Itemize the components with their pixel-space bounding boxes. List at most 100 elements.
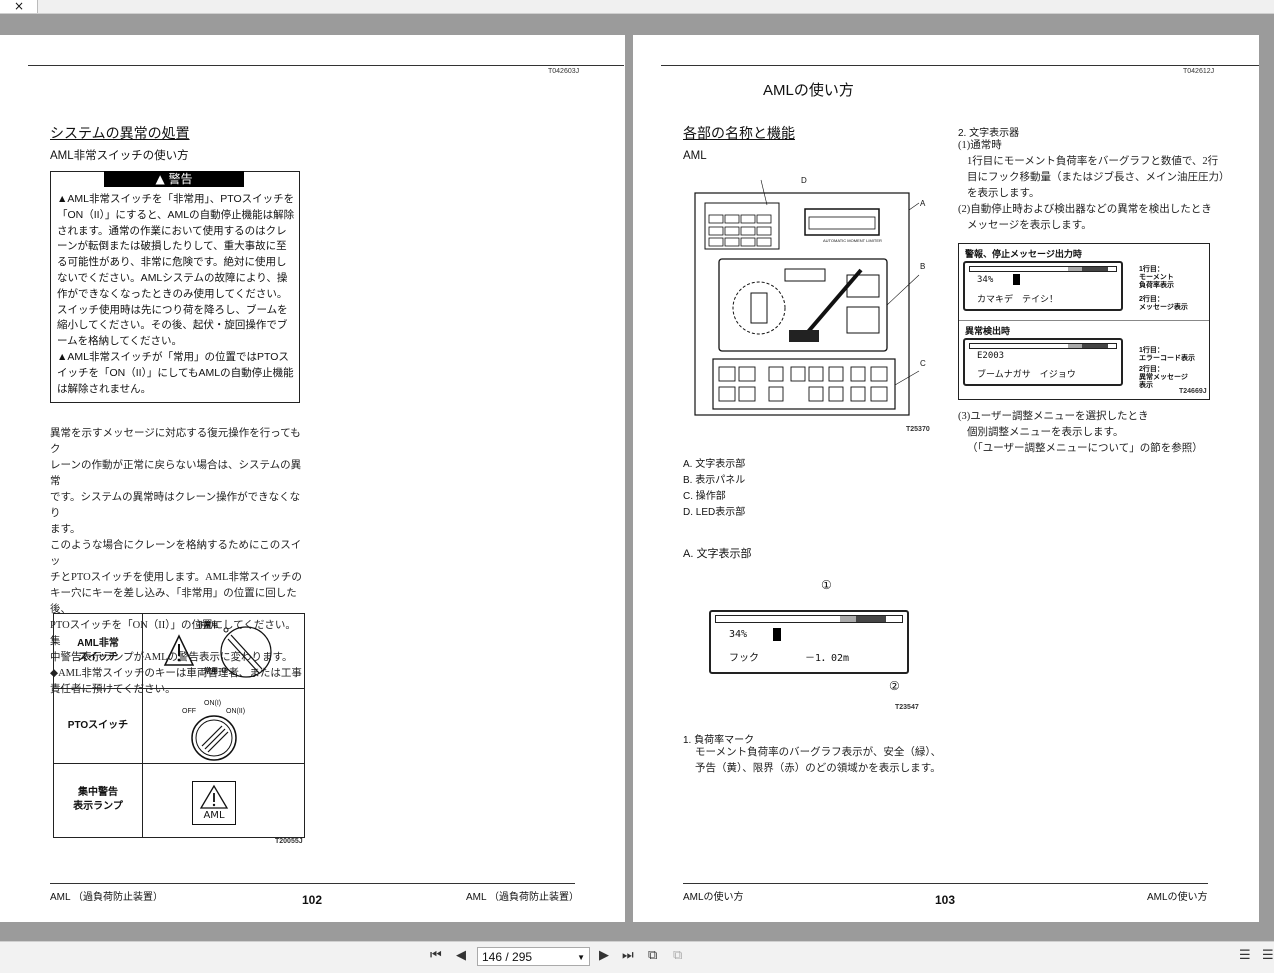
aml-switch-label: AML非常 スイッチ [54, 614, 143, 688]
aml-lamp-text: AML [203, 810, 225, 821]
body-line: 1行目にモーメント負荷率をバーグラフと数値で、2行 [967, 156, 1219, 167]
right-page: T042612J AMLの使い方 各部の名称と機能 AML D A B C AU… [633, 35, 1259, 922]
lcd-display: E2003 ブームナガサ イジョウ [963, 338, 1123, 386]
item2-title: 2. 文字表示器 [958, 128, 1020, 139]
header-rule [28, 65, 624, 66]
warning-paragraph-2: AML非常スイッチが「常用」の位置ではPTOスイッチを「ON（II）」にしてもA… [57, 350, 294, 395]
section-title: 各部の名称と機能 [683, 125, 795, 141]
body-line: (3)ユーザー調整メニューを選択したとき [958, 411, 1149, 422]
first-page-icon[interactable]: ⏮ [430, 948, 442, 963]
switch-table: AML非常 スイッチ 非常用 常用 PTOスイッチ OFF ON(I) ON(I… [53, 613, 305, 838]
load-bargraph [969, 266, 1117, 272]
aml-panel-diagram [694, 179, 920, 416]
footer-left: AML （過負荷防止装置） [50, 892, 163, 903]
box1-note2: 2行目： メッセージ表示 [1139, 296, 1188, 311]
body-line: ます。 [50, 524, 81, 535]
pto-on1-label: ON(I) [204, 700, 222, 707]
warning-header: ▲ 警告 [104, 171, 244, 187]
box2-note1: 1行目： エラーコード表示 [1139, 347, 1195, 362]
list-item: C. 操作部 [683, 491, 726, 502]
two-page-view-icon[interactable]: ⧉ [648, 948, 657, 963]
warning-lamp-label: 集中警告 表示ランプ [54, 763, 143, 837]
divider [959, 320, 1209, 321]
footer-right: AMLの使い方 [1147, 892, 1208, 903]
callout-2: ② [889, 679, 900, 693]
page-number-input[interactable]: 146 / 295 ▼ [477, 947, 590, 966]
close-icon[interactable]: × [0, 0, 38, 13]
footer-rule [683, 883, 1208, 884]
lcd-line2-left: フック [729, 653, 759, 664]
pto-off-label: OFF [182, 708, 196, 715]
body-line: （「ユーザー調整メニューについて」の節を参照） [967, 443, 1203, 454]
body-line: モーメント負荷率のバーグラフ表示が、安全（緑）、 [695, 747, 942, 758]
body-line: 予告（黄）、限界（赤）のどの領域かを表示します。 [695, 763, 941, 774]
page-number: 102 [302, 893, 323, 907]
body-line: 異常を示すメッセージに対応する復元操作を行ってもク [50, 428, 301, 455]
warning-triangle-icon: ▲ [57, 193, 68, 205]
box1-title: 警報、停止メッセージ出力時 [965, 250, 1082, 260]
table-row: 集中警告 表示ランプ AML [54, 763, 304, 837]
lcd-cursor [1013, 274, 1020, 285]
list-icon[interactable]: ☰ [1262, 948, 1274, 963]
item2-text: (1)通常時 1行目にモーメント負荷率をバーグラフと数値で、2行 目にフック移動… [958, 138, 1248, 234]
section-title: システムの異常の処置 [50, 125, 190, 141]
panel-label-a: A [920, 199, 926, 208]
warning-box: ▲ 警告 ▲AML非常スイッチを「非常用」、PTOスイッチを「ON（II）」にす… [50, 171, 300, 403]
item1-text: モーメント負荷率のバーグラフ表示が、安全（緑）、 予告（黄）、限界（赤）のどの領… [695, 745, 941, 777]
callout-1: ① [821, 578, 832, 592]
normal-label: 常用 [204, 668, 218, 675]
page-number: 103 [935, 893, 956, 907]
section-subtitle: AML非常スイッチの使い方 [50, 150, 189, 162]
left-page: T042603J システムの異常の処置 AML非常スイッチの使い方 ▲ 警告 ▲… [0, 35, 625, 922]
lcd-display: 34% フック －1．02m [709, 610, 909, 674]
doc-code: T042612J [1183, 68, 1215, 75]
figure-code: T23547 [895, 704, 919, 711]
table-row: PTOスイッチ OFF ON(I) ON(II) [54, 688, 304, 764]
warning-triangle-icon: ▲ [57, 350, 68, 363]
warning-text: ▲AML非常スイッチを「非常用」、PTOスイッチを「ON（II）」にすると、AM… [57, 192, 295, 397]
figure-code: T24669J [1179, 388, 1207, 395]
panel-label-d: D [801, 176, 807, 185]
page-header: AMLの使い方 [763, 82, 854, 99]
body-line: 個別調整メニューを表示します。 [967, 427, 1124, 438]
single-page-view-icon[interactable]: ⧉ [673, 948, 682, 963]
section-subtitle: AML [683, 150, 707, 162]
box2-note2: 2行目： 異常メッセージ 表示 [1139, 366, 1188, 389]
footer-right: AML （過負荷防止装置） [466, 892, 579, 903]
table-row: AML非常 スイッチ 非常用 常用 [54, 614, 304, 689]
dropdown-icon[interactable]: ▼ [577, 948, 585, 967]
body-line: レーンの作動が正常に戻らない場合は、システムの異常 [50, 460, 302, 487]
pto-switch-label: PTOスイッチ [54, 688, 143, 763]
next-page-icon[interactable]: ▶ [599, 948, 609, 963]
viewer-topbar: × [0, 0, 1274, 14]
lcd-line1: E2003 [977, 351, 1005, 361]
body-line: メッセージを表示します。 [967, 220, 1092, 231]
lcd-line2-right: －1．02m [805, 653, 850, 664]
lcd-line1: 34% [729, 629, 748, 640]
aml-lamp-icon: AML [192, 781, 236, 825]
box2-title: 異常検出時 [965, 327, 1011, 337]
body-line: 目にフック移動量（またはジブ長さ、メイン油圧圧力） [967, 172, 1230, 183]
body-line: を表示します。 [967, 188, 1040, 199]
message-examples-box: 警報、停止メッセージ出力時 34% カマキデ テイシ！ 1行目： モーメント 負… [958, 243, 1210, 400]
body-line: です。システムの異常時はクレーン操作ができなくなり [50, 492, 301, 519]
body-line: (1)通常時 [958, 140, 1002, 151]
thumbnail-icon[interactable]: ☰ [1239, 948, 1251, 963]
prev-page-icon[interactable]: ◀ [456, 948, 466, 963]
list-item: B. 表示パネル [683, 475, 746, 486]
figure-code: T25370 [906, 426, 930, 433]
body-line: チとPTOスイッチを使用します。AML非常スイッチの [50, 572, 302, 583]
lcd-line2: ブームナガサ イジョウ [977, 370, 1076, 380]
lcd-display: 34% カマキデ テイシ！ [963, 261, 1123, 311]
box1-note1: 1行目： モーメント 負荷率表示 [1139, 266, 1174, 289]
panel-label-b: B [920, 262, 926, 271]
header-rule [661, 65, 1259, 66]
page-number-value: 146 / 295 [482, 950, 533, 964]
body-line: このような場合にクレーンを格納するためにこのスイッ [50, 540, 302, 567]
panel-brand: AUTOMATIC MOMENT LIMITER [823, 238, 882, 243]
last-page-icon[interactable]: ⏭ [622, 948, 634, 963]
item3-text: (3)ユーザー調整メニューを選択したとき 個別調整メニューを表示します。 （「ユ… [958, 409, 1248, 457]
body-line: (2)自動停止時および検出器などの異常を検出したとき [958, 204, 1212, 215]
warning-triangle-icon [199, 784, 229, 809]
lcd-line2: カマキデ テイシ！ [977, 295, 1059, 305]
